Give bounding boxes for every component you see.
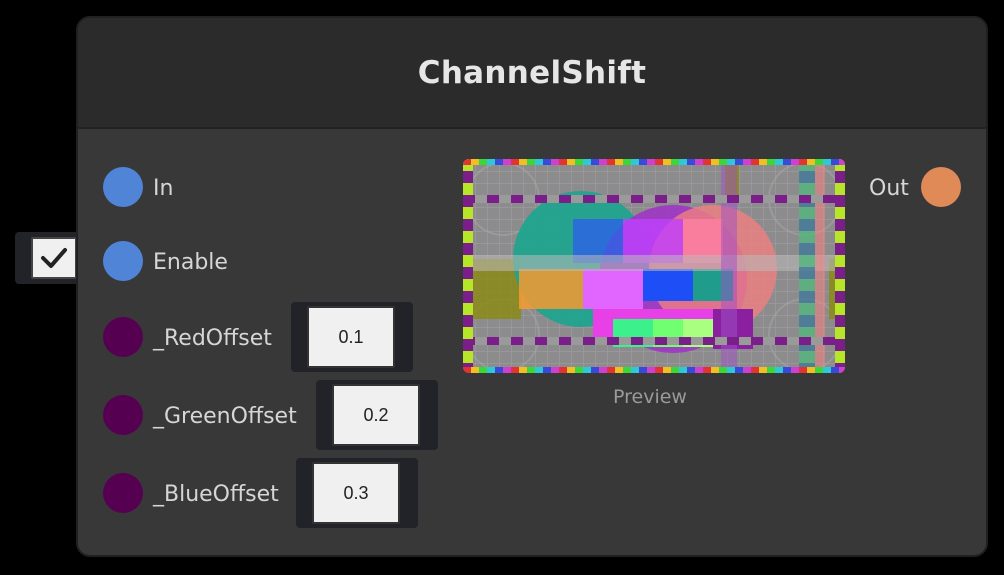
port-enable-label: Enable (153, 250, 228, 275)
port-out-dot[interactable] (921, 167, 961, 207)
node-header[interactable]: ChannelShift (78, 18, 986, 129)
enable-checkbox[interactable] (31, 237, 77, 279)
preview-label: Preview (613, 386, 687, 408)
red-offset-input[interactable]: 0.1 (307, 306, 395, 368)
channel-shift-preview-graphic (463, 159, 845, 373)
port-blue-offset-dot[interactable] (103, 473, 143, 513)
port-red-offset-label: _RedOffset (153, 326, 272, 351)
green-offset-input[interactable]: 0.2 (332, 384, 420, 446)
port-in-dot[interactable] (103, 167, 143, 207)
green-offset-field-container: 0.2 (316, 380, 438, 450)
blue-offset-field-container: 0.3 (296, 458, 418, 528)
port-blue-offset-label: _BlueOffset (153, 482, 279, 507)
port-in-label: In (153, 176, 174, 201)
port-enable-dot[interactable] (103, 241, 143, 281)
preview-image (463, 159, 845, 373)
port-green-offset-dot[interactable] (103, 395, 143, 435)
port-out-label: Out (869, 176, 909, 201)
port-green-offset-label: _GreenOffset (153, 404, 297, 429)
blue-offset-input[interactable]: 0.3 (312, 462, 400, 524)
node-title: ChannelShift (417, 54, 647, 91)
checkmark-icon (41, 248, 67, 268)
port-red-offset-dot[interactable] (103, 317, 143, 357)
red-offset-field-container: 0.1 (291, 302, 413, 372)
